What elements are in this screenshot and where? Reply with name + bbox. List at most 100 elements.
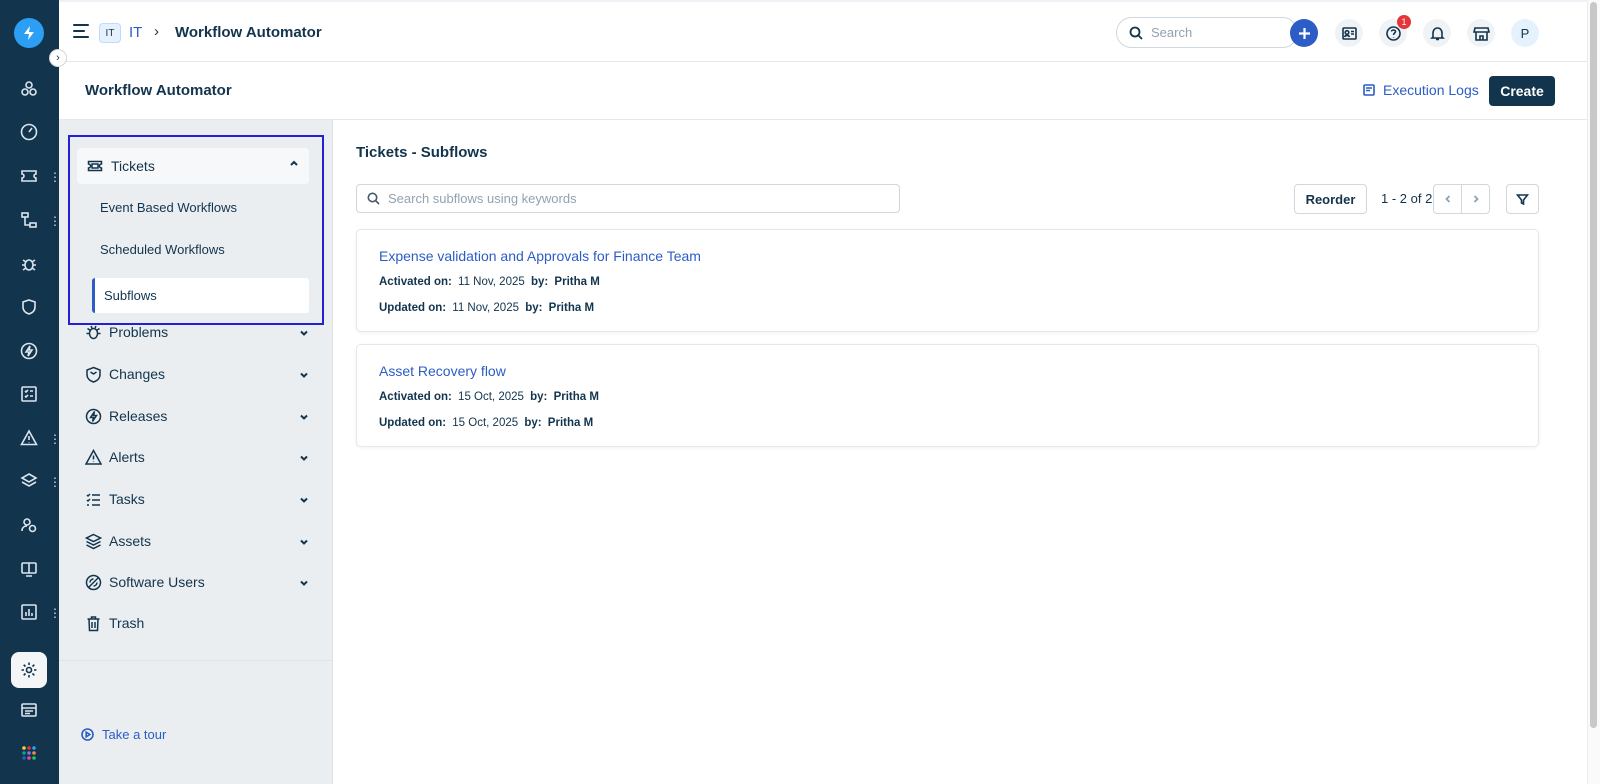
play-circle-icon <box>81 728 94 741</box>
subflow-card[interactable]: Expense validation and Approvals for Fin… <box>356 229 1539 332</box>
take-a-tour-label: Take a tour <box>102 727 167 742</box>
subflow-activated-line: Activated on: 11 Nov, 2025 by: Pritha M <box>379 276 603 288</box>
notifications-button[interactable] <box>1423 19 1451 47</box>
breadcrumb-separator: › <box>154 23 159 40</box>
sidenav-divider <box>59 660 333 661</box>
freshservice-logo-icon[interactable] <box>14 18 44 48</box>
bell-icon <box>1429 26 1445 40</box>
sidenav-tickets-header[interactable]: Tickets <box>77 148 309 184</box>
updated-date: 11 Nov, 2025 <box>452 302 519 314</box>
alert-icon <box>85 448 102 465</box>
activated-by-label: by: <box>530 391 548 403</box>
scrollbar-thumb[interactable] <box>1590 2 1597 728</box>
apps-icon[interactable] <box>17 698 41 722</box>
releases-icon[interactable] <box>17 339 41 363</box>
expand-rail-button[interactable]: › <box>49 49 67 67</box>
search-icon <box>1129 26 1143 40</box>
alert-icon[interactable] <box>17 426 41 450</box>
activated-date: 15 Oct, 2025 <box>458 391 524 403</box>
ticket-icon[interactable] <box>17 164 41 188</box>
marketplace-button[interactable] <box>1467 19 1495 47</box>
sidenav-event-based-workflows[interactable]: Event Based Workflows <box>100 200 237 215</box>
sidenav-problems-label: Problems <box>109 324 169 340</box>
sidenav-changes[interactable]: Changes <box>85 362 309 386</box>
dashboard-icon[interactable] <box>17 77 41 101</box>
activated-by: Pritha M <box>554 276 600 288</box>
create-button[interactable]: Create <box>1489 76 1555 106</box>
chevron-down-icon <box>299 450 309 461</box>
add-new-button[interactable] <box>1290 19 1318 47</box>
previous-page-button[interactable] <box>1433 184 1462 214</box>
global-search-placeholder: Search <box>1151 25 1193 40</box>
analytics-more-icon[interactable]: ⋮ <box>49 606 61 620</box>
sidenav-software-users[interactable]: Software Users <box>85 570 309 594</box>
sidenav-subflows[interactable]: Subflows <box>92 278 309 313</box>
sidenav-releases[interactable]: Releases <box>85 404 309 428</box>
sidenav-software-users-label: Software Users <box>109 574 205 590</box>
workflow-icon[interactable] <box>17 208 41 232</box>
sidenav-alerts-label: Alerts <box>109 449 145 465</box>
chevron-down-icon <box>299 367 309 378</box>
help-button[interactable]: 1 <box>1379 15 1411 47</box>
settings-icon[interactable] <box>17 658 41 682</box>
sidenav-assets-label: Assets <box>109 533 152 549</box>
releases-icon <box>85 408 102 424</box>
sidenav-problems[interactable]: Problems <box>85 320 309 344</box>
execution-logs-label: Execution Logs <box>1383 82 1479 98</box>
subflow-title-link[interactable]: Expense validation and Approvals for Fin… <box>379 248 701 264</box>
subflow-search-input[interactable] <box>388 191 868 206</box>
contacts-button[interactable] <box>1335 19 1363 47</box>
workflow-more-icon[interactable]: ⋮ <box>49 214 61 228</box>
execution-logs-link[interactable]: Execution Logs <box>1363 82 1479 98</box>
users-icon[interactable] <box>17 513 41 537</box>
take-a-tour-link[interactable]: Take a tour <box>81 727 166 742</box>
sidenav-releases-label: Releases <box>109 408 168 424</box>
updated-by-label: by: <box>525 302 543 314</box>
updated-by-label: by: <box>524 417 542 429</box>
chevron-down-icon <box>299 534 309 545</box>
ticket-more-icon[interactable]: ⋮ <box>49 170 61 184</box>
tasks-icon[interactable] <box>17 382 41 406</box>
activated-label: Activated on: <box>379 391 452 403</box>
workspace-link[interactable]: IT <box>129 24 142 41</box>
updated-date: 15 Oct, 2025 <box>452 417 519 429</box>
sidenav-tasks[interactable]: Tasks <box>85 487 309 511</box>
subflow-search[interactable] <box>356 184 900 213</box>
sidenav-trash-label: Trash <box>109 615 145 631</box>
main-content: Tickets - Subflows Reorder 1 - 2 of 2 Ex… <box>334 120 1587 784</box>
layers-icon[interactable] <box>17 469 41 493</box>
activated-by-label: by: <box>530 276 549 288</box>
hamburger-menu-icon[interactable] <box>73 24 89 38</box>
layers-more-icon[interactable]: ⋮ <box>49 475 61 489</box>
tasks-icon <box>86 492 100 506</box>
grid-icon[interactable] <box>17 741 41 765</box>
shield-icon[interactable] <box>17 295 41 319</box>
updated-by: Pritha M <box>547 417 594 429</box>
subflow-card[interactable]: Asset Recovery flow Activated on: 15 Oct… <box>356 344 1539 447</box>
sidenav-scheduled-workflows[interactable]: Scheduled Workflows <box>100 242 225 257</box>
sidenav-alerts[interactable]: Alerts <box>85 445 309 469</box>
analytics-icon[interactable] <box>17 600 41 624</box>
subflow-updated-line: Updated on: 11 Nov, 2025 by: Pritha M <box>379 302 597 314</box>
ticket-icon <box>87 160 103 172</box>
software-icon <box>85 574 102 590</box>
global-search[interactable]: Search <box>1116 17 1298 48</box>
subflow-activated-line: Activated on: 15 Oct, 2025 by: Pritha M <box>379 391 602 403</box>
filter-button[interactable] <box>1506 184 1539 214</box>
reorder-button[interactable]: Reorder <box>1294 184 1367 214</box>
subflow-updated-line: Updated on: 15 Oct, 2025 by: Pritha M <box>379 417 596 429</box>
user-avatar[interactable]: P <box>1511 19 1539 47</box>
sidenav-tickets-label: Tickets <box>111 158 155 174</box>
book-icon[interactable] <box>17 557 41 581</box>
updated-label: Updated on: <box>379 417 447 429</box>
sidenav-trash[interactable]: Trash <box>85 611 309 635</box>
bug-icon[interactable] <box>17 252 41 276</box>
top-bar: IT IT › Workflow Automator Search 1 P <box>59 0 1587 62</box>
updated-by: Pritha M <box>548 302 595 314</box>
subflow-title-link[interactable]: Asset Recovery flow <box>379 363 506 379</box>
chevron-down-icon <box>299 409 309 420</box>
alert-more-icon[interactable]: ⋮ <box>49 432 61 446</box>
next-page-button[interactable] <box>1461 184 1490 214</box>
speedometer-icon[interactable] <box>17 120 41 144</box>
sidenav-assets[interactable]: Assets <box>85 529 309 553</box>
